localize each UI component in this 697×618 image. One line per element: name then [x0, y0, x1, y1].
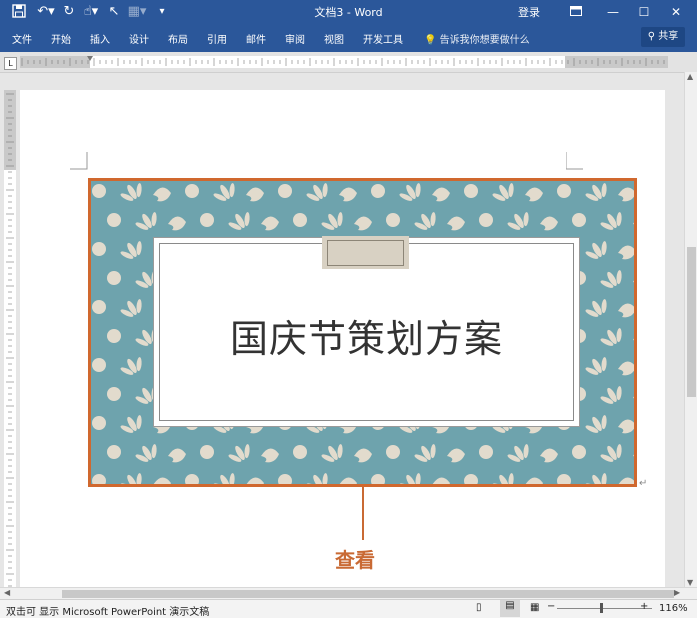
tell-me-text: 告诉我你想要做什么 — [439, 35, 530, 46]
tab-developer[interactable]: 开发工具 — [363, 31, 403, 46]
horizontal-ruler-bar: L — [0, 52, 697, 73]
status-text: 双击可 显示 Microsoft PowerPoint 演示文稿 — [6, 607, 210, 618]
zoom-slider[interactable] — [557, 608, 652, 609]
ribbon-display-icon[interactable] — [566, 3, 586, 21]
tab-references[interactable]: 引用 — [207, 31, 227, 46]
tab-review[interactable]: 审阅 — [285, 31, 305, 46]
tab-insert[interactable]: 插入 — [90, 31, 110, 46]
minimize-icon[interactable]: — — [603, 3, 623, 21]
tab-file[interactable]: 文件 — [12, 31, 32, 46]
callout-line — [362, 487, 364, 540]
maximize-icon[interactable]: ☐ — [634, 3, 654, 21]
tape-decoration — [322, 236, 409, 269]
scroll-up-icon[interactable]: ▲ — [687, 72, 693, 81]
zoom-level[interactable]: 116% — [659, 603, 688, 614]
scroll-down-icon[interactable]: ▼ — [687, 578, 693, 587]
scroll-right-icon[interactable]: ▶ — [674, 588, 680, 597]
share-label: 共享 — [658, 31, 679, 42]
document-title: 国庆节策划方案 — [229, 317, 503, 361]
callout-label: 查看 — [335, 548, 375, 572]
tab-layout[interactable]: 布局 — [168, 31, 188, 46]
close-icon[interactable]: ✕ — [666, 3, 686, 21]
title-bar: ↶▾ ↻ ☝▾ ↖ ▦▾ ▾ 文档3 - Word 登录 — ☐ ✕ — [0, 0, 697, 24]
tab-view[interactable]: 视图 — [324, 31, 344, 46]
horizontal-ruler[interactable] — [20, 56, 668, 68]
status-bar: 双击可 显示 Microsoft PowerPoint 演示文稿 ▯ ▤ ▦ −… — [0, 599, 697, 618]
scroll-left-icon[interactable]: ◀ — [4, 588, 10, 597]
tab-mailings[interactable]: 邮件 — [246, 31, 266, 46]
window-title: 文档3 - Word — [314, 6, 383, 19]
login-link[interactable]: 登录 — [518, 4, 540, 20]
tape-inner — [327, 240, 404, 266]
tab-design[interactable]: 设计 — [129, 31, 149, 46]
zoom-slider-thumb[interactable] — [600, 603, 603, 613]
tell-me-search[interactable]: 💡 告诉我你想要做什么 — [424, 31, 530, 46]
margin-mark-top-left — [70, 152, 88, 170]
print-layout-icon[interactable]: ▤ — [500, 600, 520, 617]
paragraph-mark-icon: ↵ — [639, 478, 648, 489]
person-icon: ⚲ — [647, 31, 656, 42]
vertical-scroll-thumb[interactable] — [687, 247, 696, 397]
horizontal-scroll-thumb[interactable] — [62, 590, 674, 598]
ribbon-tabs: 文件 开始 插入 设计 布局 引用 邮件 审阅 视图 开发工具 💡 告诉我你想要… — [0, 24, 697, 52]
margin-mark-top-right — [566, 152, 583, 170]
web-layout-icon[interactable]: ▦ — [530, 602, 539, 613]
share-button[interactable]: ⚲ 共享 — [641, 27, 685, 47]
tab-selector[interactable]: L — [4, 57, 17, 70]
zoom-in-icon[interactable]: + — [640, 601, 648, 612]
vertical-ruler[interactable] — [4, 90, 16, 588]
embedded-presentation[interactable]: 国庆节策划方案 — [88, 178, 637, 487]
tab-home[interactable]: 开始 — [51, 31, 71, 46]
vertical-scrollbar[interactable]: ▲ ▼ — [684, 72, 697, 587]
lightbulb-icon: 💡 — [424, 35, 437, 46]
read-mode-icon[interactable]: ▯ — [476, 602, 482, 613]
zoom-out-icon[interactable]: − — [547, 601, 555, 612]
